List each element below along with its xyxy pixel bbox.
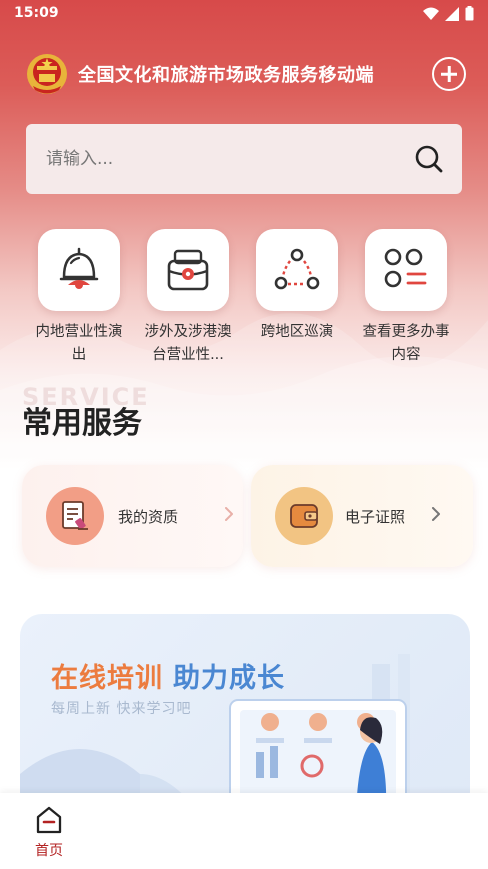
certificate-icon-badge <box>46 487 104 545</box>
briefcase-icon <box>167 249 209 291</box>
quick-item-domestic-performance[interactable]: 内地营业性演出 <box>29 229 129 367</box>
signal-icon <box>445 6 459 21</box>
quick-item-cross-region-tour[interactable]: 跨地区巡演 <box>247 229 347 344</box>
certificate-icon <box>62 501 88 530</box>
quick-icon-tile <box>147 229 229 311</box>
banner-title-part2: 助力成长 <box>173 663 285 694</box>
status-bar: 15:09 <box>0 0 488 28</box>
status-icons <box>423 6 474 21</box>
bottom-navigation: 首页 <box>0 793 488 869</box>
quick-menu: 内地营业性演出 涉外及涉港澳台营业性... 跨地区巡演 查看更多办事内容 <box>0 229 488 379</box>
quick-item-foreign-performance[interactable]: 涉外及涉港澳台营业性... <box>138 229 238 367</box>
service-card-e-license[interactable]: 电子证照 <box>251 465 473 567</box>
service-card-my-qualification[interactable]: 我的资质 <box>22 465 243 567</box>
service-card-label: 电子证照 <box>345 508 406 526</box>
add-button[interactable] <box>432 57 466 91</box>
wifi-icon <box>423 7 439 20</box>
app-title: 全国文化和旅游市场政务服务移动端 <box>78 65 374 86</box>
service-card-label: 我的资质 <box>118 508 179 526</box>
quick-icon-tile <box>38 229 120 311</box>
chevron-right-icon <box>432 507 440 521</box>
nav-home[interactable]: 首页 <box>22 805 76 860</box>
quick-item-label: 查看更多办事内容 <box>362 324 450 363</box>
quick-item-more-services[interactable]: 查看更多办事内容 <box>356 229 456 367</box>
status-time: 15:09 <box>14 5 59 21</box>
search-input[interactable] <box>46 124 406 194</box>
grid-menu-icon <box>384 248 427 288</box>
banner-subtitle: 每周上新 快来学习吧 <box>51 701 192 717</box>
home-icon <box>36 806 62 834</box>
quick-icon-tile <box>365 229 447 311</box>
wallet-icon-badge <box>275 487 333 545</box>
search-icon[interactable] <box>414 144 444 174</box>
banner-title-part1: 在线培训 <box>51 663 163 694</box>
bell-icon <box>59 247 99 289</box>
chevron-right-icon <box>225 507 233 521</box>
quick-item-label: 内地营业性演出 <box>35 324 123 363</box>
quick-item-label: 涉外及涉港澳台营业性... <box>144 324 232 363</box>
nav-home-label: 首页 <box>35 843 63 859</box>
wallet-icon <box>290 504 318 528</box>
quick-item-label: 跨地区巡演 <box>260 324 334 340</box>
network-icon <box>274 248 320 290</box>
national-emblem-icon <box>27 54 67 94</box>
search-bar <box>26 124 462 194</box>
training-banner[interactable]: 在线培训 助力成长 每周上新 快来学习吧 <box>20 614 470 814</box>
app-header: 全国文化和旅游市场政务服务移动端 <box>0 48 488 100</box>
quick-icon-tile <box>256 229 338 311</box>
banner-title: 在线培训 助力成长 <box>51 656 285 695</box>
battery-icon <box>465 6 474 21</box>
section-title: 常用服务 <box>22 406 142 441</box>
